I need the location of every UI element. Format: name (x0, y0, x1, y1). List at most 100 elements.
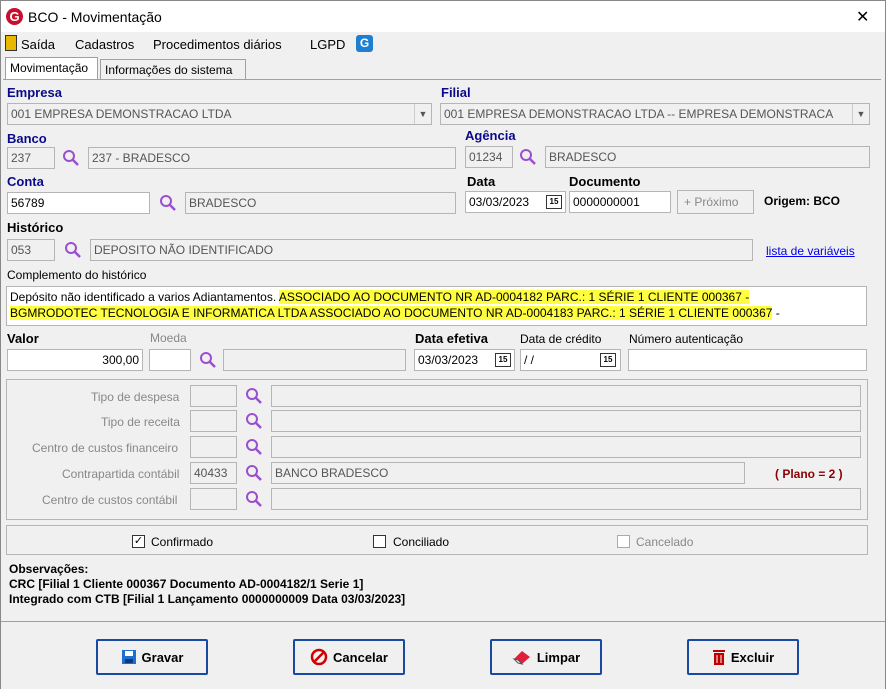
chevron-down-icon[interactable]: ▼ (414, 104, 431, 124)
lgpd-logo-icon[interactable]: G (356, 35, 373, 52)
documento-input[interactable]: 0000000001 (569, 191, 671, 213)
cancel-circle-icon (310, 648, 328, 666)
search-icon[interactable] (245, 490, 263, 508)
empresa-select[interactable]: 001 EMPRESA DEMONSTRACAO LTDA (7, 103, 432, 125)
contrapartida-label: Contrapartida contábil (62, 467, 180, 481)
window-title: BCO - Movimentação (28, 9, 162, 25)
exit-door-icon (5, 35, 17, 51)
cancelar-label: Cancelar (333, 649, 388, 665)
complemento-text: Depósito não identificado a varios Adian… (10, 290, 277, 304)
conciliado-checkbox[interactable] (373, 535, 386, 548)
banco-code-input[interactable]: 237 (7, 147, 55, 169)
calendar-icon[interactable]: 15 (495, 353, 511, 367)
complemento-textarea[interactable]: Depósito não identificado a varios Adian… (6, 286, 867, 326)
numero-autenticacao-input[interactable] (628, 349, 867, 371)
menu-saida[interactable]: Saída (21, 37, 55, 52)
agencia-code-input[interactable]: 01234 (465, 146, 513, 168)
historico-name-field: DEPOSITO NÃO IDENTIFICADO (90, 239, 753, 261)
observacoes-title: Observações: (9, 562, 89, 576)
app-logo-icon: G (6, 8, 23, 25)
menu-lgpd[interactable]: LGPD (310, 37, 345, 52)
search-icon[interactable] (245, 464, 263, 482)
calendar-icon[interactable]: 15 (546, 195, 562, 209)
banco-label: Banco (7, 131, 47, 146)
complemento-label: Complemento do histórico (7, 268, 147, 282)
moeda-input[interactable] (149, 349, 191, 371)
tipo-despesa-name (271, 385, 861, 407)
tab-movimentacao[interactable]: Movimentação (5, 57, 98, 80)
valor-input[interactable]: 300,00 (7, 349, 143, 371)
data-credito-label: Data de crédito (520, 332, 602, 346)
button-bar: Gravar Cancelar Limpar Excluir (1, 621, 885, 689)
menu-procedimentos[interactable]: Procedimentos diários (153, 37, 282, 52)
centro-custos-financeiro-input[interactable] (190, 436, 237, 458)
complemento-highlight-1: ASSOCIADO AO DOCUMENTO NR AD-0004182 PAR… (278, 290, 750, 304)
excluir-button[interactable]: Excluir (687, 639, 799, 675)
moeda-label: Moeda (150, 331, 187, 345)
centro-custos-contabil-input[interactable] (190, 488, 237, 510)
documento-label: Documento (569, 174, 641, 189)
centro-custos-financeiro-label: Centro de custos financeiro (32, 441, 179, 455)
conta-name-field: BRADESCO (185, 192, 456, 214)
moeda-name-field (223, 349, 406, 371)
menu-cadastros[interactable]: Cadastros (75, 37, 134, 52)
limpar-button[interactable]: Limpar (490, 639, 602, 675)
title-bar: G BCO - Movimentação ✕ (1, 1, 885, 32)
excluir-label: Excluir (730, 649, 775, 665)
chevron-down-icon[interactable]: ▼ (852, 104, 869, 124)
tipo-receita-input[interactable] (190, 410, 237, 432)
trash-icon (712, 649, 725, 665)
contrapartida-input[interactable]: 40433 (190, 462, 237, 484)
gravar-label: Gravar (141, 649, 184, 665)
search-icon[interactable] (64, 241, 82, 259)
complemento-tail: - (772, 306, 780, 320)
filial-label: Filial (441, 85, 471, 100)
calendar-icon[interactable]: 15 (600, 353, 616, 367)
search-icon[interactable] (159, 194, 177, 212)
agencia-label: Agência (465, 128, 516, 143)
historico-code-input[interactable]: 053 (7, 239, 55, 261)
historico-label: Histórico (7, 220, 64, 235)
menu-bar: Saída Cadastros Procedimentos diários LG… (1, 32, 885, 56)
valor-label: Valor (7, 331, 39, 346)
plus-icon: + (684, 195, 692, 209)
search-icon[interactable] (199, 351, 217, 369)
lista-variaveis-link[interactable]: lista de variáveis (766, 244, 855, 258)
filial-select[interactable]: 001 EMPRESA DEMONSTRACAO LTDA -- EMPRESA… (440, 103, 870, 125)
search-icon[interactable] (519, 148, 537, 166)
close-icon[interactable]: ✕ (856, 7, 869, 27)
search-icon[interactable] (245, 387, 263, 405)
search-icon[interactable] (245, 412, 263, 430)
tab-informacoes-sistema[interactable]: Informações do sistema (100, 59, 246, 80)
complemento-highlight-2: BGMRODOTEC TECNOLOGIA E INFORMATICA LTDA… (10, 306, 773, 320)
banco-name-field: 237 - BRADESCO (88, 147, 456, 169)
plano-label: ( Plano = 2 ) (775, 467, 843, 481)
confirmado-label: Confirmado (151, 535, 214, 549)
numero-autenticacao-label: Número autenticação (629, 332, 744, 346)
gravar-button[interactable]: Gravar (96, 639, 208, 675)
conciliado-label: Conciliado (393, 535, 450, 549)
eraser-icon (512, 651, 530, 665)
search-icon[interactable] (62, 149, 80, 167)
confirmado-checkbox[interactable]: ✓ (132, 535, 145, 548)
tipo-despesa-label: Tipo de despesa (91, 390, 180, 404)
tipo-despesa-input[interactable] (190, 385, 237, 407)
contrapartida-name: BANCO BRADESCO (271, 462, 745, 484)
limpar-label: Limpar (536, 649, 581, 665)
save-disk-icon (121, 650, 136, 664)
cancelado-label: Cancelado (636, 535, 694, 549)
observacoes-line-2: Integrado com CTB [Filial 1 Lançamento 0… (9, 592, 406, 606)
proximo-button[interactable]: + Próximo (677, 190, 754, 214)
data-efetiva-label: Data efetiva (415, 331, 488, 346)
data-label: Data (467, 174, 496, 189)
tipo-receita-label: Tipo de receita (101, 415, 180, 429)
proximo-label: Próximo (694, 195, 739, 209)
tipo-receita-name (271, 410, 861, 432)
search-icon[interactable] (245, 438, 263, 456)
observacoes-line-1: CRC [Filial 1 Cliente 000367 Documento A… (9, 577, 364, 591)
cancelado-checkbox[interactable] (617, 535, 630, 548)
conta-label: Conta (7, 174, 44, 189)
conta-code-input[interactable]: 56789 (7, 192, 150, 214)
empresa-label: Empresa (7, 85, 62, 100)
cancelar-button[interactable]: Cancelar (293, 639, 405, 675)
